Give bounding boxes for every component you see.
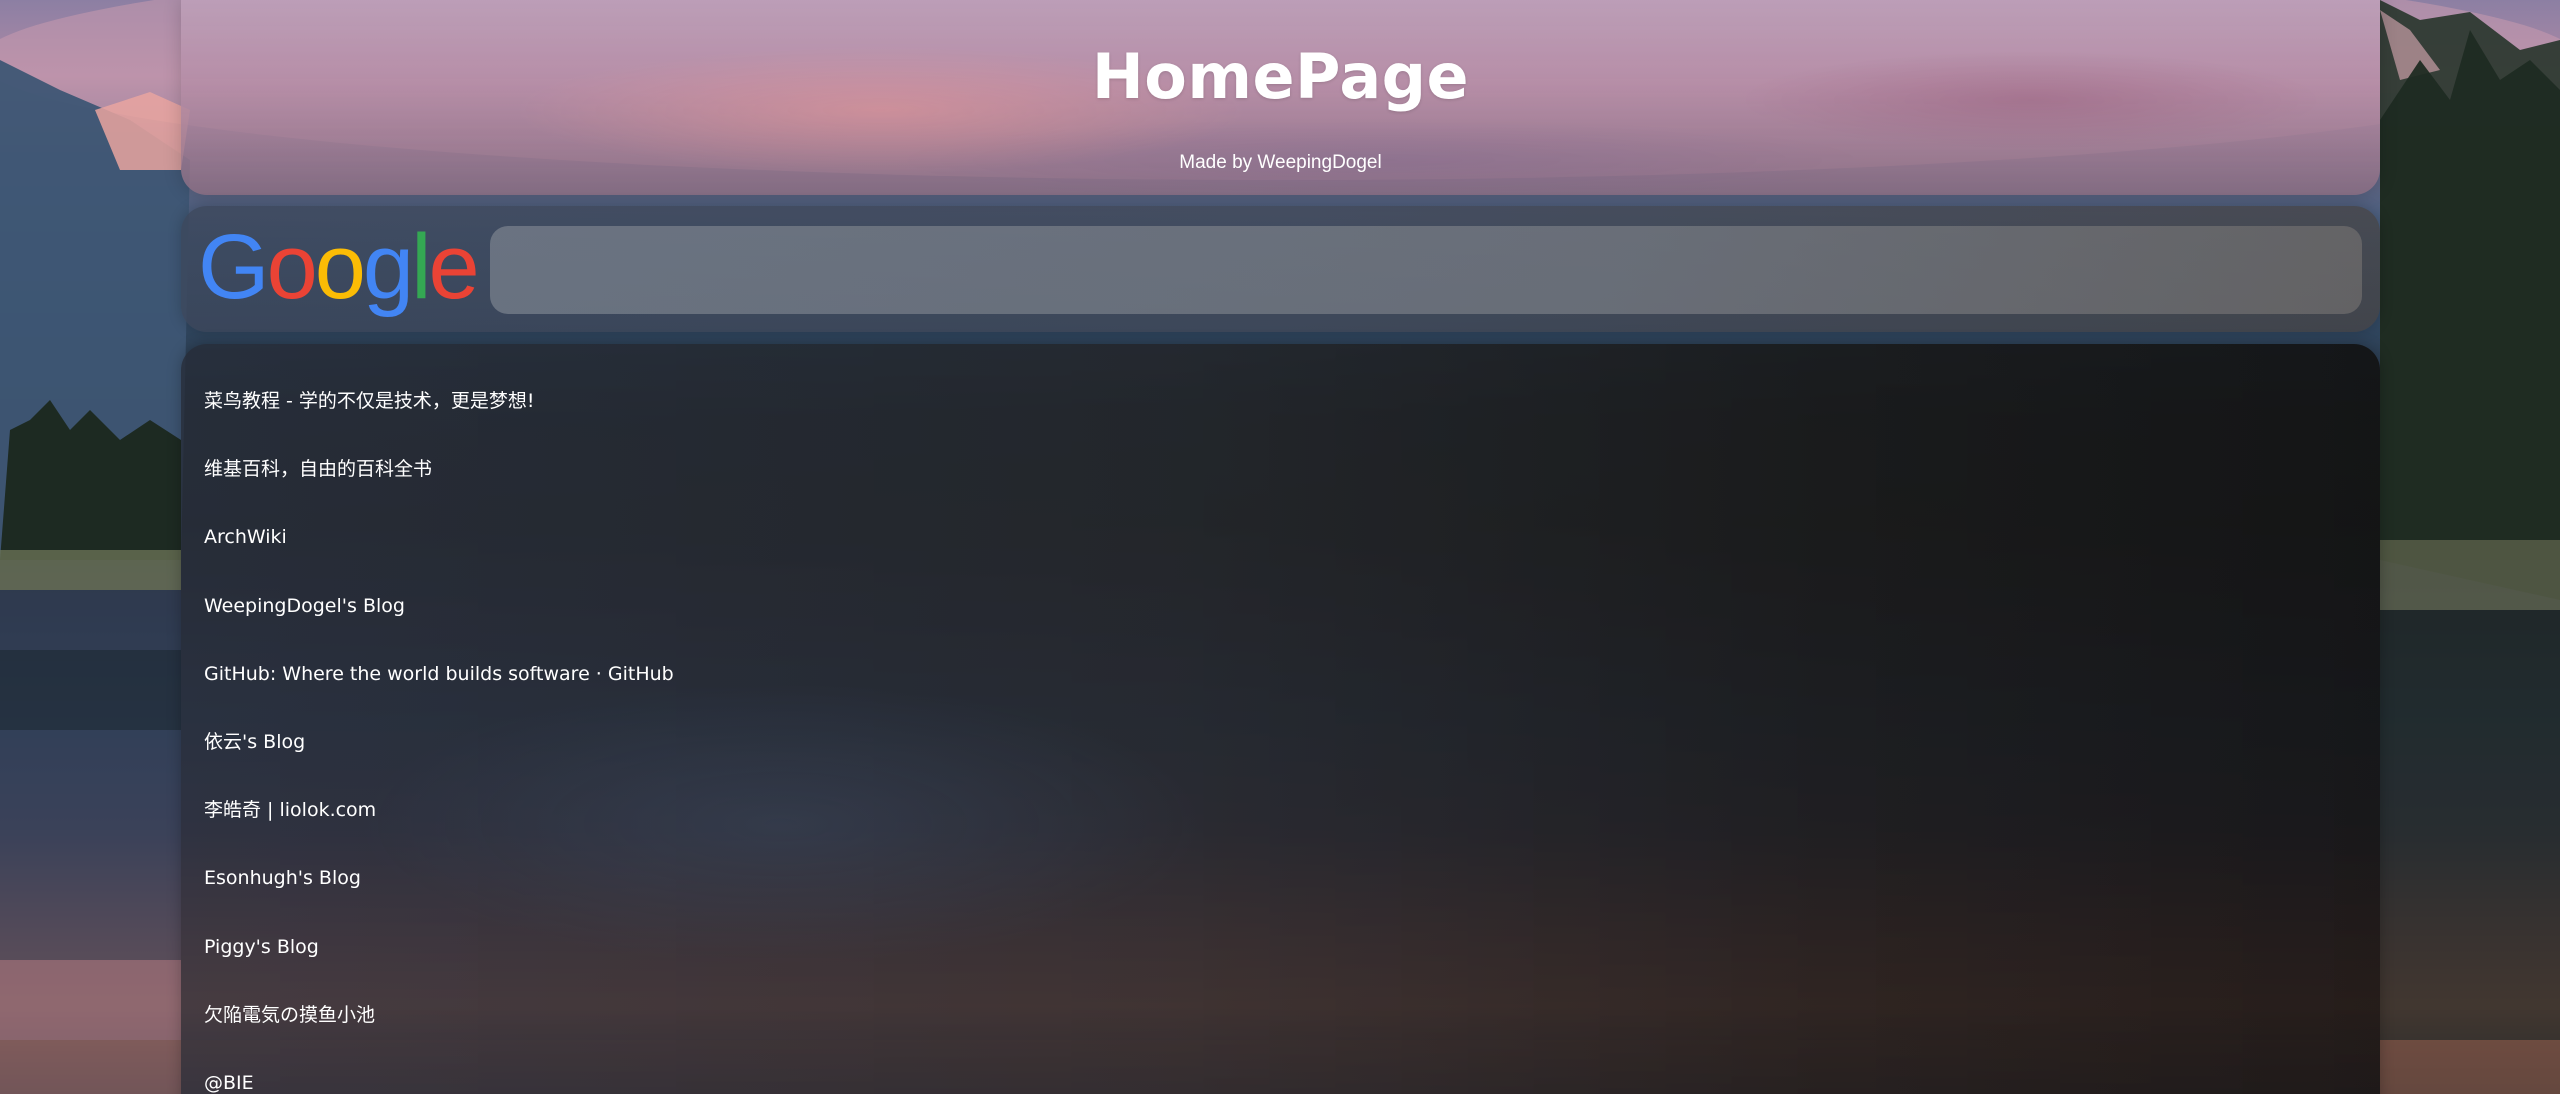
bookmark-list: 菜鸟教程 - 学的不仅是技术，更是梦想! 维基百科，自由的百科全书 ArchWi… — [204, 389, 674, 1094]
list-item: WeepingDogel's Blog — [204, 594, 674, 662]
bookmark-link-bie[interactable]: @BIE — [204, 1072, 254, 1094]
bookmark-link-qianxian-dianqi[interactable]: 欠陥電気の摸鱼小池 — [204, 1004, 375, 1026]
bookmark-link-archwiki[interactable]: ArchWiki — [204, 526, 287, 548]
bookmark-link-wikipedia[interactable]: 维基百科，自由的百科全书 — [204, 458, 432, 480]
list-item: 李皓奇 | liolok.com — [204, 798, 674, 866]
list-item: @BIE — [204, 1071, 674, 1094]
bookmark-link-weepingdogel-blog[interactable]: WeepingDogel's Blog — [204, 595, 405, 617]
bookmark-link-github[interactable]: GitHub: Where the world builds software … — [204, 663, 674, 685]
bookmark-link-liolok[interactable]: 李皓奇 | liolok.com — [204, 799, 376, 821]
list-item: Piggy's Blog — [204, 935, 674, 1003]
page-title: HomePage — [1091, 40, 1470, 113]
list-item: 欠陥電気の摸鱼小池 — [204, 1003, 674, 1071]
header-panel: HomePage Made by WeepingDogel — [181, 0, 2380, 195]
bookmark-link-yiyun-blog[interactable]: 依云's Blog — [204, 731, 305, 753]
list-item: 维基百科，自由的百科全书 — [204, 457, 674, 525]
bookmark-link-esonhugh-blog[interactable]: Esonhugh's Blog — [204, 867, 361, 889]
bookmark-link-piggy-blog[interactable]: Piggy's Blog — [204, 936, 319, 958]
author-credit: Made by WeepingDogel — [1179, 152, 1382, 173]
list-item: 依云's Blog — [204, 730, 674, 798]
list-item: Esonhugh's Blog — [204, 866, 674, 934]
bookmarks-panel: 菜鸟教程 - 学的不仅是技术，更是梦想! 维基百科，自由的百科全书 ArchWi… — [181, 344, 2380, 1094]
google-logo[interactable]: Google — [198, 222, 478, 318]
list-item: ArchWiki — [204, 525, 674, 593]
bookmark-link-runoob[interactable]: 菜鸟教程 - 学的不仅是技术，更是梦想! — [204, 390, 535, 412]
list-item: GitHub: Where the world builds software … — [204, 662, 674, 730]
list-item: 菜鸟教程 - 学的不仅是技术，更是梦想! — [204, 389, 674, 457]
search-panel: Google — [181, 206, 2380, 332]
search-input[interactable] — [490, 226, 2362, 314]
svg-text:Google: Google — [198, 222, 477, 318]
